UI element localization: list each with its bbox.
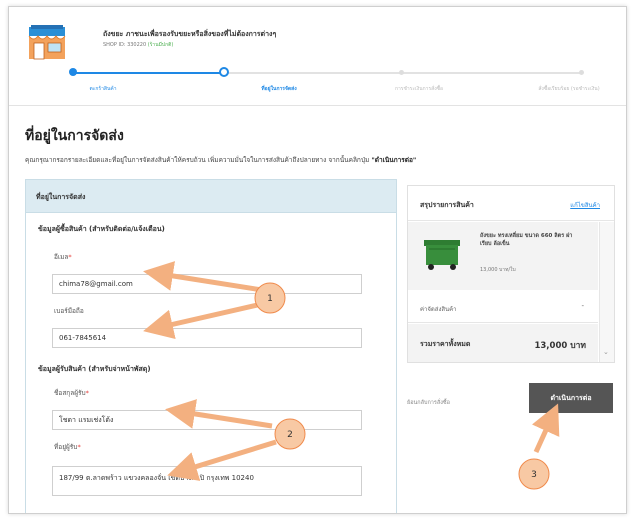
- back-to-order-link[interactable]: ย้อนกลับการสั่งซื้อ: [407, 399, 450, 407]
- buyer-section-title: ข้อมูลผู้ซื้อสินค้า (สำหรับติดต่อ/แจ้งเต…: [38, 225, 165, 233]
- total-row: รวมราคาทั้งหมด 13,000 บาท: [408, 324, 598, 362]
- step-dot-complete: [579, 70, 584, 75]
- order-summary-panel: สรุปรายการสินค้า แก้ไขสินค้า ถังขยะ ทรงเ…: [407, 185, 615, 363]
- continue-button[interactable]: ดำเนินการต่อ: [529, 383, 613, 413]
- shop-name: ถังขยะ ภาชนะเพื่อรองรับขยะหรือสิ่งของที่…: [103, 30, 277, 38]
- step-dot-payment: [399, 70, 404, 75]
- step-label-cart[interactable]: ตะกร้าสินค้า: [89, 85, 116, 93]
- shop-id-text: SHOP ID: 330220: [103, 42, 147, 48]
- receiver-address-field[interactable]: 187/99 ต.ลาดพร้าว แขวงคลองจั่น เขตบางกะป…: [52, 466, 362, 496]
- step-label-payment: การชำระเงินการสั่งซื้อ: [394, 86, 444, 92]
- receiver-address-label: ที่อยู่ผู้รับ*: [54, 442, 81, 452]
- receiver-name-label-text: ชื่อสกุลผู้รับ: [54, 389, 86, 397]
- edit-items-link[interactable]: แก้ไขสินค้า: [570, 200, 600, 210]
- total-label: รวมราคาทั้งหมด: [420, 340, 471, 348]
- summary-header: สรุปรายการสินค้า แก้ไขสินค้า: [408, 186, 614, 221]
- chevron-down-icon[interactable]: ⌄: [603, 348, 609, 356]
- page-title: ที่อยู่ในการจัดส่ง: [25, 128, 124, 144]
- green-bin-image: [424, 240, 460, 270]
- receiver-name-field[interactable]: [52, 410, 362, 430]
- summary-scrollbar[interactable]: ⌄: [599, 222, 614, 362]
- intro-text: คุณกรุณากรอกรายละเอียดและที่อยู่ในการจัด…: [25, 155, 416, 165]
- required-mark: *: [68, 253, 72, 261]
- item-name: ถังขยะ ทรงเหลี่ยม ขนาด 660 ลิตร ฝาเรียบ …: [480, 233, 573, 247]
- step-dot-cart: [69, 68, 77, 76]
- shipping-cost-value: -: [581, 302, 584, 310]
- shipping-form-panel: ที่อยู่ในการจัดส่ง ข้อมูลผู้ซื้อสินค้า (…: [25, 179, 397, 513]
- checkout-page: ถังขยะ ภาชนะเพื่อรองรับขยะหรือสิ่งของที่…: [8, 6, 627, 514]
- step-label-shipping: ที่อยู่ในการจัดส่ง: [261, 86, 297, 92]
- shop-status-note: (ร้านมีปกติ): [147, 42, 174, 48]
- total-value: 13,000 บาท: [534, 341, 586, 351]
- phone-field[interactable]: [52, 328, 362, 348]
- receiver-section-title: ข้อมูลผู้รับสินค้า (สำหรับจ่าหน้าพัสดุ): [38, 365, 151, 373]
- intro-button-ref: "ดำเนินการต่อ": [371, 156, 417, 164]
- shipping-cost-label: ค่าจัดส่งสินค้า: [420, 306, 457, 313]
- step-dot-shipping: [219, 67, 229, 77]
- email-label: อีเมล*: [54, 252, 72, 262]
- shipping-form-title: ที่อยู่ในการจัดส่ง: [36, 193, 86, 201]
- receiver-name-label: ชื่อสกุลผู้รับ*: [54, 388, 89, 398]
- summary-item: ถังขยะ ทรงเหลี่ยม ขนาด 660 ลิตร ฝาเรียบ …: [408, 222, 598, 290]
- step-label-complete: สั่งซื้อเรียบร้อย (รอชำระเงิน): [538, 86, 600, 92]
- item-price: 13,000 บาท/ใบ: [480, 267, 516, 273]
- required-mark: *: [77, 443, 81, 451]
- phone-label: เบอร์มือถือ: [54, 307, 84, 315]
- intro-body: คุณกรุณากรอกรายละเอียดและที่อยู่ในการจัด…: [25, 156, 370, 164]
- summary-title: สรุปรายการสินค้า: [420, 201, 474, 209]
- checkout-stepper: ตะกร้าสินค้า ที่อยู่ในการจัดส่ง การชำระเ…: [69, 65, 609, 95]
- stepper-progress-line: [73, 72, 223, 74]
- shop-logo: [28, 25, 66, 60]
- shop-id: SHOP ID: 330220 (ร้านมีปกติ): [103, 41, 173, 49]
- receiver-address-label-text: ที่อยู่ผู้รับ: [54, 443, 78, 451]
- email-label-text: อีเมล: [54, 253, 69, 261]
- required-mark: *: [85, 389, 89, 397]
- header-divider: [9, 105, 626, 106]
- shipping-cost-row: ค่าจัดส่งสินค้า -: [408, 292, 598, 323]
- email-field[interactable]: [52, 274, 362, 294]
